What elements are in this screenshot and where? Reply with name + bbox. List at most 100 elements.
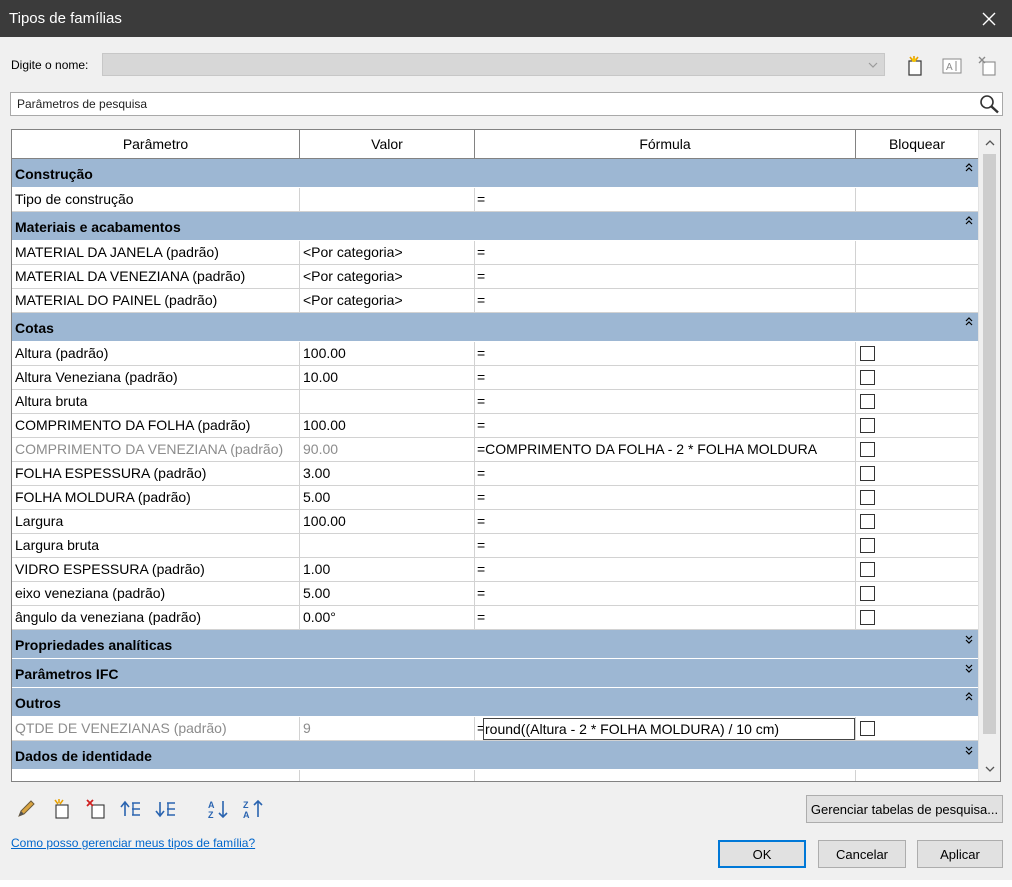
vertical-scrollbar[interactable] bbox=[978, 130, 1000, 781]
param-lock-cell bbox=[856, 770, 978, 781]
delete-parameter-button[interactable] bbox=[83, 796, 109, 822]
param-name: FOLHA ESPESSURA (padrão) bbox=[12, 462, 300, 485]
lock-checkbox[interactable] bbox=[860, 610, 875, 625]
background-strip bbox=[0, 880, 1012, 887]
param-value[interactable]: <Por categoria> bbox=[300, 241, 475, 264]
rename-type-button[interactable]: A bbox=[940, 54, 964, 78]
param-formula[interactable]: = bbox=[475, 188, 856, 211]
param-formula[interactable]: = bbox=[475, 534, 856, 557]
scroll-up-button[interactable] bbox=[979, 132, 1000, 152]
param-lock-cell bbox=[856, 366, 978, 389]
param-value[interactable] bbox=[300, 770, 475, 781]
sort-ascending-button[interactable]: A Z bbox=[205, 796, 231, 822]
lock-checkbox[interactable] bbox=[860, 346, 875, 361]
param-value[interactable]: 100.00 bbox=[300, 414, 475, 437]
group-dados-de-identidade[interactable]: Dados de identidade bbox=[12, 741, 978, 770]
lock-checkbox[interactable] bbox=[860, 514, 875, 529]
chevron-down-icon bbox=[868, 62, 878, 68]
new-type-button[interactable] bbox=[903, 54, 927, 78]
group-cotas[interactable]: Cotas bbox=[12, 313, 978, 342]
param-formula[interactable]: = bbox=[475, 414, 856, 437]
param-value[interactable]: <Por categoria> bbox=[300, 265, 475, 288]
param-formula[interactable] bbox=[475, 770, 856, 781]
param-formula[interactable]: = bbox=[475, 241, 856, 264]
group-materiais[interactable]: Materiais e acabamentos bbox=[12, 212, 978, 241]
param-value[interactable]: 100.00 bbox=[300, 342, 475, 365]
param-formula[interactable]: = bbox=[475, 510, 856, 533]
lock-checkbox[interactable] bbox=[860, 586, 875, 601]
lock-checkbox[interactable] bbox=[860, 466, 875, 481]
param-formula[interactable]: =COMPRIMENTO DA FOLHA - 2 * FOLHA MOLDUR… bbox=[475, 438, 856, 461]
table-row: VIDRO ESPESSURA (padrão) 1.00 = bbox=[12, 558, 978, 582]
param-formula[interactable]: = bbox=[475, 558, 856, 581]
sort-descending-button[interactable]: Z A bbox=[240, 796, 266, 822]
close-button[interactable] bbox=[966, 0, 1012, 37]
edit-parameter-button[interactable] bbox=[13, 796, 39, 822]
param-value[interactable]: 10.00 bbox=[300, 366, 475, 389]
lock-checkbox[interactable] bbox=[860, 394, 875, 409]
delete-type-button[interactable] bbox=[976, 54, 1000, 78]
param-formula[interactable]: = bbox=[475, 265, 856, 288]
lock-checkbox[interactable] bbox=[860, 721, 875, 736]
scrollbar-thumb[interactable] bbox=[983, 154, 996, 734]
param-value[interactable]: 5.00 bbox=[300, 582, 475, 605]
expand-icon[interactable] bbox=[964, 633, 974, 645]
param-formula[interactable]: = bbox=[475, 342, 856, 365]
param-value[interactable] bbox=[300, 390, 475, 413]
cancel-button[interactable]: Cancelar bbox=[818, 840, 906, 868]
param-formula[interactable]: = bbox=[475, 390, 856, 413]
param-formula[interactable]: = bbox=[475, 289, 856, 312]
param-formula[interactable]: = bbox=[475, 486, 856, 509]
group-propriedades-analiticas[interactable]: Propriedades analíticas bbox=[12, 630, 978, 659]
formula-edit-input[interactable] bbox=[483, 718, 855, 740]
column-header-lock[interactable]: Bloquear bbox=[856, 130, 978, 158]
magnifier-icon[interactable] bbox=[978, 94, 1000, 114]
lock-checkbox[interactable] bbox=[860, 442, 875, 457]
group-parametros-ifc[interactable]: Parâmetros IFC bbox=[12, 659, 978, 688]
param-value[interactable]: 1.00 bbox=[300, 558, 475, 581]
lock-checkbox[interactable] bbox=[860, 418, 875, 433]
new-parameter-button[interactable] bbox=[48, 796, 74, 822]
param-value[interactable]: 0.00° bbox=[300, 606, 475, 629]
lock-checkbox[interactable] bbox=[860, 370, 875, 385]
param-value[interactable] bbox=[300, 534, 475, 557]
type-name-combo[interactable] bbox=[102, 53, 885, 76]
column-header-value[interactable]: Valor bbox=[300, 130, 475, 158]
param-formula[interactable]: = bbox=[475, 606, 856, 629]
expand-icon[interactable] bbox=[964, 662, 974, 674]
param-name: MATERIAL DA JANELA (padrão) bbox=[12, 241, 300, 264]
help-link[interactable]: Como posso gerenciar meus tipos de famíl… bbox=[11, 836, 255, 850]
param-value[interactable]: 3.00 bbox=[300, 462, 475, 485]
search-input[interactable] bbox=[15, 95, 965, 113]
group-outros[interactable]: Outros bbox=[12, 688, 978, 717]
rename-type-icon: A bbox=[942, 58, 962, 74]
move-parameter-down-button[interactable] bbox=[153, 796, 179, 822]
param-formula[interactable]: = bbox=[475, 366, 856, 389]
search-parameters-field[interactable] bbox=[10, 92, 1003, 116]
param-value[interactable] bbox=[300, 188, 475, 211]
param-formula[interactable]: = bbox=[475, 462, 856, 485]
column-header-row: Parâmetro Valor Fórmula Bloquear bbox=[12, 130, 978, 159]
move-parameter-up-button[interactable] bbox=[118, 796, 144, 822]
apply-button[interactable]: Aplicar bbox=[917, 840, 1003, 868]
ok-button[interactable]: OK bbox=[718, 840, 806, 868]
param-name: ângulo da veneziana (padrão) bbox=[12, 606, 300, 629]
column-header-parameter[interactable]: Parâmetro bbox=[12, 130, 300, 158]
group-construcao[interactable]: Construção bbox=[12, 159, 978, 188]
param-value[interactable]: 100.00 bbox=[300, 510, 475, 533]
collapse-icon[interactable] bbox=[964, 316, 974, 328]
param-value[interactable]: <Por categoria> bbox=[300, 289, 475, 312]
manage-lookup-tables-button[interactable]: Gerenciar tabelas de pesquisa... bbox=[806, 795, 1003, 823]
collapse-icon[interactable] bbox=[964, 691, 974, 703]
lock-checkbox[interactable] bbox=[860, 538, 875, 553]
scroll-down-button[interactable] bbox=[979, 759, 1000, 779]
lock-checkbox[interactable] bbox=[860, 490, 875, 505]
collapse-icon[interactable] bbox=[964, 215, 974, 227]
param-value[interactable]: 5.00 bbox=[300, 486, 475, 509]
move-up-icon bbox=[120, 800, 140, 816]
collapse-icon[interactable] bbox=[964, 162, 974, 174]
expand-icon[interactable] bbox=[964, 744, 974, 756]
lock-checkbox[interactable] bbox=[860, 562, 875, 577]
param-formula[interactable]: = bbox=[475, 582, 856, 605]
column-header-formula[interactable]: Fórmula bbox=[475, 130, 856, 158]
